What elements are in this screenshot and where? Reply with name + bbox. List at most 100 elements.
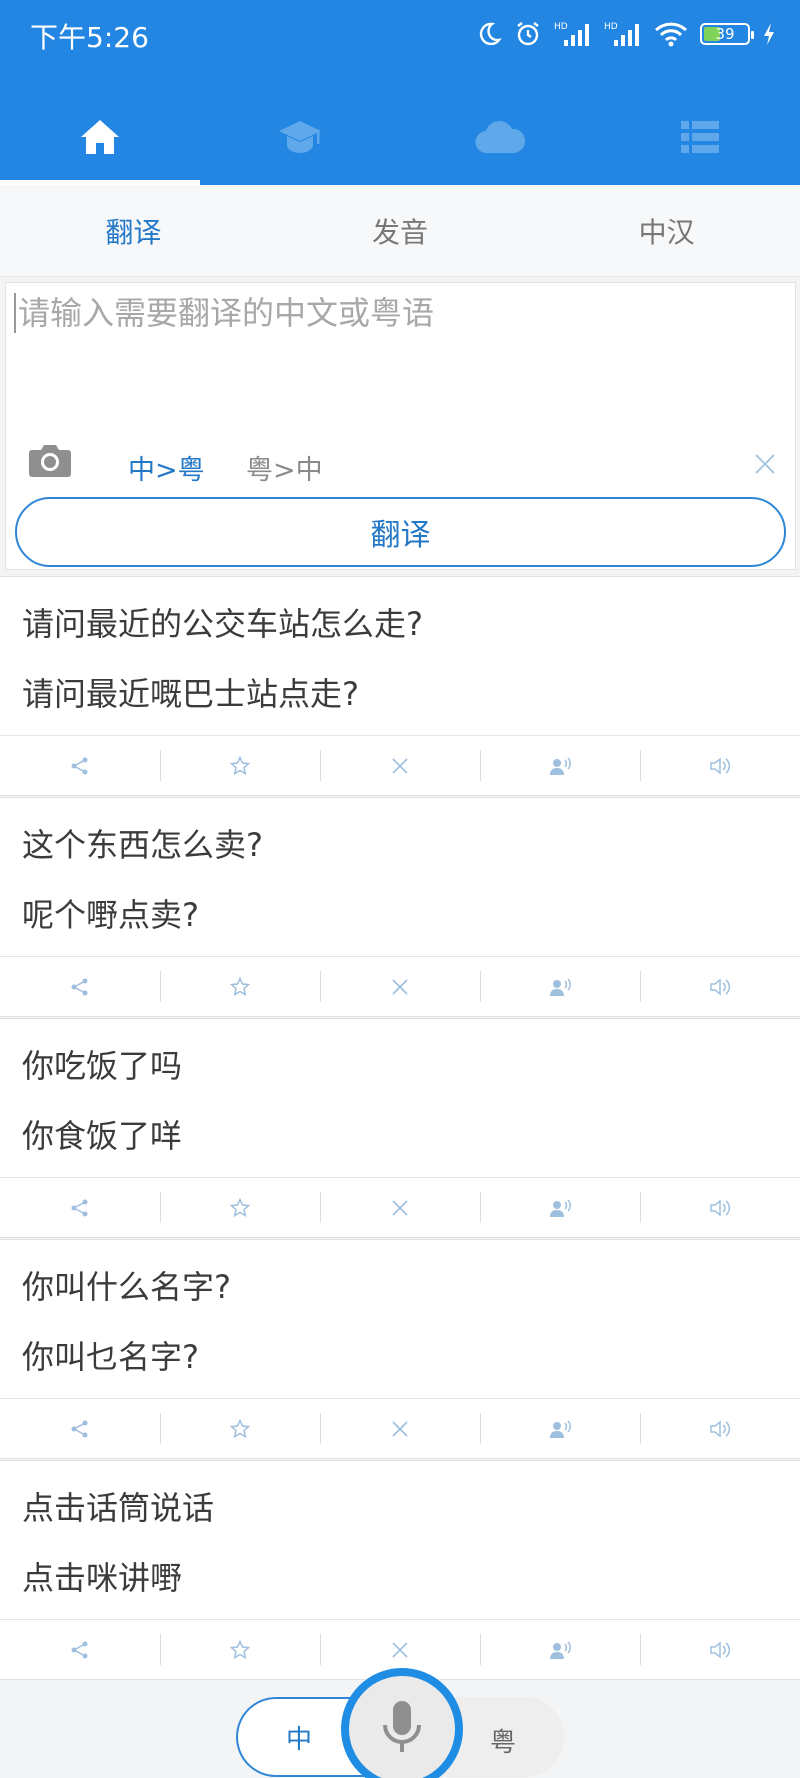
speaker-icon: [710, 977, 731, 996]
moon-icon: [479, 22, 502, 46]
star-icon: [230, 1639, 250, 1659]
speaker-person-icon: [550, 1419, 571, 1438]
phrase-card: 点击话筒说话 点击咪讲嘢: [0, 1460, 800, 1680]
signal-icon: HD: [554, 22, 589, 46]
microphone-icon: [383, 1701, 421, 1752]
close-icon: [392, 1420, 408, 1437]
play-audio-button[interactable]: [640, 736, 800, 795]
star-icon: [230, 976, 250, 996]
share-icon: [71, 1420, 88, 1437]
phrase-actions: [0, 956, 800, 1016]
favorite-button[interactable]: [160, 957, 320, 1016]
close-icon: [392, 978, 408, 995]
favorite-button[interactable]: [160, 1178, 320, 1237]
speaker-person-icon: [550, 1198, 571, 1217]
speaker-icon: [710, 756, 731, 775]
share-button[interactable]: [0, 957, 160, 1016]
charging-icon: [764, 23, 774, 45]
share-icon: [71, 757, 88, 774]
translation-input[interactable]: 请输入需要翻译的中文或粤语: [14, 293, 434, 333]
phrase-card: 这个东西怎么卖? 呢个嘢点卖?: [0, 797, 800, 1017]
speaker-person-icon: [550, 977, 571, 996]
play-audio-button[interactable]: [640, 1178, 800, 1237]
close-icon: [392, 1641, 408, 1658]
star-icon: [230, 1418, 250, 1438]
speak-person-button[interactable]: [480, 957, 640, 1016]
share-icon: [71, 1199, 88, 1216]
tab-pronunciation[interactable]: 发音: [267, 185, 534, 276]
play-audio-button[interactable]: [640, 1620, 800, 1679]
translate-button[interactable]: 翻译: [15, 497, 786, 567]
favorite-button[interactable]: [160, 1620, 320, 1679]
phrase-cantonese: 你食饭了咩: [22, 1117, 183, 1155]
play-audio-button[interactable]: [640, 957, 800, 1016]
share-icon: [71, 1641, 88, 1658]
share-icon: [71, 978, 88, 995]
speak-person-button[interactable]: [480, 1399, 640, 1458]
phrase-mandarin: 这个东西怎么卖?: [22, 826, 263, 864]
delete-button[interactable]: [320, 1399, 480, 1458]
close-icon: [392, 757, 408, 774]
share-button[interactable]: [0, 1399, 160, 1458]
speak-person-button[interactable]: [480, 1178, 640, 1237]
phrase-actions: [0, 1177, 800, 1237]
camera-icon: [29, 445, 71, 477]
cloud-icon: [475, 120, 526, 153]
svg-text:HD: HD: [604, 22, 618, 32]
alarm-icon: [517, 22, 539, 46]
top-nav: [0, 88, 800, 185]
phrase-cantonese: 呢个嘢点卖?: [22, 896, 199, 934]
phrase-cantonese: 请问最近嘅巴士站点走?: [22, 675, 359, 713]
phrase-card: 你叫什么名字? 你叫乜名字?: [0, 1239, 800, 1459]
signal-icon-2: HD: [604, 22, 639, 46]
status-bar: 下午5:26 HD HD 39: [0, 0, 800, 70]
share-button[interactable]: [0, 1178, 160, 1237]
speak-person-button[interactable]: [480, 1620, 640, 1679]
phrase-actions: [0, 1398, 800, 1458]
phrase-actions: [0, 735, 800, 795]
home-icon: [81, 119, 119, 154]
graduation-cap-icon: [279, 120, 321, 153]
phrase-cantonese: 点击咪讲嘢: [22, 1559, 183, 1597]
tab-zhonghan[interactable]: 中汉: [533, 185, 800, 276]
microphone-button[interactable]: [341, 1668, 463, 1778]
nav-tab-cloud[interactable]: [400, 88, 600, 185]
status-time: 下午5:26: [30, 21, 149, 54]
close-icon: [392, 1199, 408, 1216]
phrase-mandarin: 你叫什么名字?: [22, 1268, 231, 1306]
phrase-cantonese: 你叫乜名字?: [22, 1338, 199, 1376]
clear-button[interactable]: [754, 453, 776, 479]
wifi-icon: [654, 22, 688, 47]
phrase-mandarin: 点击话筒说话: [22, 1489, 215, 1527]
nav-tab-list[interactable]: [600, 88, 800, 185]
play-audio-button[interactable]: [640, 1399, 800, 1458]
translation-input-panel: 请输入需要翻译的中文或粤语 中>粤 粤>中 翻译: [5, 282, 796, 570]
voice-cantonese-button[interactable]: 粤: [490, 1722, 516, 1759]
delete-button[interactable]: [320, 736, 480, 795]
speaker-icon: [710, 1640, 731, 1659]
speaker-person-icon: [550, 756, 571, 775]
star-icon: [230, 755, 250, 775]
direction-zh-to-yue[interactable]: 中>粤: [128, 448, 205, 487]
direction-yue-to-zh[interactable]: 粤>中: [246, 448, 323, 487]
status-icons: HD HD 39: [476, 18, 776, 50]
battery-icon: 39: [700, 23, 754, 45]
phrase-mandarin: 你吃饭了吗: [22, 1047, 183, 1085]
svg-text:HD: HD: [554, 22, 568, 32]
tab-translate[interactable]: 翻译: [0, 185, 267, 276]
nav-tab-learn[interactable]: [200, 88, 400, 185]
delete-button[interactable]: [320, 1178, 480, 1237]
share-button[interactable]: [0, 736, 160, 795]
speak-person-button[interactable]: [480, 736, 640, 795]
favorite-button[interactable]: [160, 736, 320, 795]
list-icon: [681, 120, 719, 153]
favorite-button[interactable]: [160, 1399, 320, 1458]
delete-button[interactable]: [320, 957, 480, 1016]
sub-tabs: 翻译 发音 中汉: [0, 185, 800, 277]
phrase-mandarin: 请问最近的公交车站怎么走?: [22, 605, 423, 643]
nav-tab-home[interactable]: [0, 88, 200, 185]
share-button[interactable]: [0, 1620, 160, 1679]
star-icon: [230, 1197, 250, 1217]
camera-button[interactable]: [28, 441, 72, 483]
speaker-icon: [710, 1419, 731, 1438]
